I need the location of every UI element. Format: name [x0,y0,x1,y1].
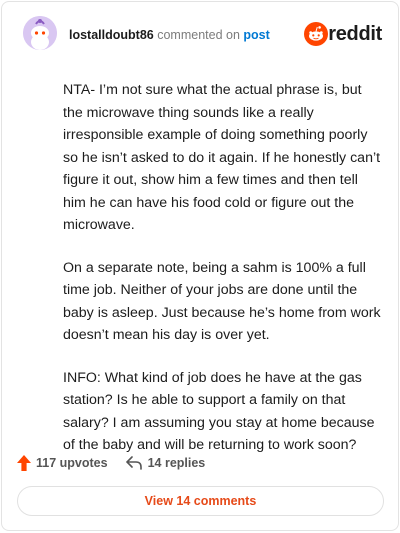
comment-header: lostalldoubt86 commented on post reddit [2,2,398,64]
comment-actions: 117 upvotes 14 replies [17,453,205,473]
comment-body: NTA- I’m not sure what the actual phrase… [63,79,381,477]
reply-count: 14 replies [147,456,206,470]
replies-button[interactable]: 14 replies [125,456,206,470]
comment-paragraph: On a separate note, being a sahm is 100%… [63,259,381,344]
commented-on-text: commented on [157,28,240,42]
post-link[interactable]: post [243,28,269,42]
upvote-arrow-icon [17,455,31,471]
reddit-wordmark: reddit [328,22,382,45]
comment-paragraph: INFO: What kind of job does he have at t… [63,369,375,454]
reddit-brand[interactable]: reddit [304,22,382,46]
reddit-logo-icon [304,22,329,46]
view-comments-button[interactable]: View 14 comments [17,486,384,516]
comment-meta: lostalldoubt86 commented on post [69,28,270,42]
avatar[interactable] [23,16,57,50]
upvote-count: 117 upvotes [36,456,108,470]
comment-paragraph: NTA- I’m not sure what the actual phrase… [63,82,381,233]
upvote-button[interactable]: 117 upvotes [17,455,108,471]
reply-arrow-icon [125,456,142,470]
username[interactable]: lostalldoubt86 [69,28,154,42]
snoo-avatar-icon [23,16,57,50]
comment-card: lostalldoubt86 commented on post reddit … [1,1,399,531]
